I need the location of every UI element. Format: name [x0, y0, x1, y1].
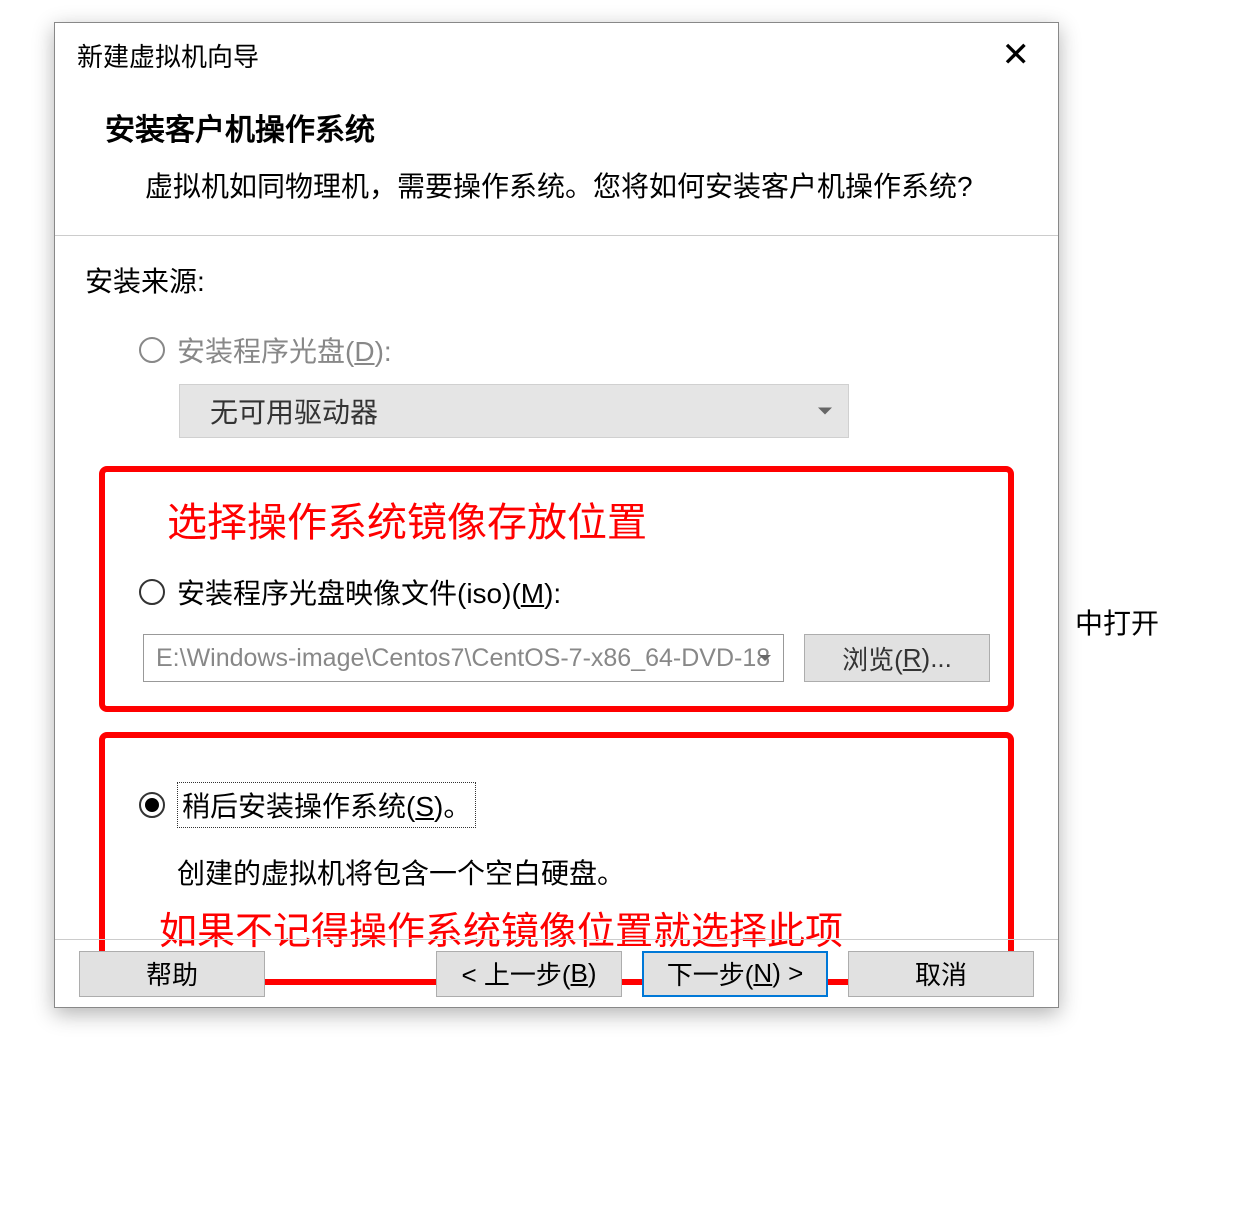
content-area: 安装来源: 安装程序光盘(D): 无可用驱动器 选择操作系统镜像存放位置 安装程… — [55, 236, 1058, 1007]
radio-later[interactable] — [139, 792, 165, 818]
header-desc: 虚拟机如同物理机，需要操作系统。您将如何安装客户机操作系统? — [105, 165, 1018, 205]
help-button[interactable]: 帮助 — [79, 951, 265, 997]
option-iso-row: 安装程序光盘映像文件(iso)(M): — [123, 572, 990, 612]
back-button[interactable]: < 上一步(B) — [436, 951, 622, 997]
option-later-label: 稍后安装操作系统(S)。 — [177, 782, 476, 828]
chevron-down-icon — [759, 655, 771, 661]
wizard-dialog: 新建虚拟机向导 ✕ 安装客户机操作系统 虚拟机如同物理机，需要操作系统。您将如何… — [54, 22, 1059, 1008]
cancel-button[interactable]: 取消 — [848, 951, 1034, 997]
browse-button[interactable]: 浏览(R)... — [804, 634, 990, 682]
option-iso-label: 安装程序光盘映像文件(iso)(M): — [177, 572, 561, 612]
radio-iso[interactable] — [139, 579, 165, 605]
radio-disc[interactable] — [139, 337, 165, 363]
chevron-down-icon — [818, 408, 832, 415]
disc-dropdown[interactable]: 无可用驱动器 — [179, 384, 849, 438]
option-disc-label: 安装程序光盘(D): — [177, 330, 392, 370]
source-label: 安装来源: — [85, 260, 1028, 300]
option-disc-row: 安装程序光盘(D): — [85, 330, 1028, 370]
close-button[interactable]: ✕ — [996, 38, 1037, 72]
button-bar: 帮助 < 上一步(B) 下一步(N) > 取消 — [55, 939, 1058, 1007]
option-later-row: 稍后安装操作系统(S)。 — [123, 782, 990, 828]
header-title: 安装客户机操作系统 — [105, 105, 1018, 149]
outside-text: 中打开 — [1075, 602, 1159, 642]
next-button[interactable]: 下一步(N) > — [642, 951, 828, 997]
header-section: 安装客户机操作系统 虚拟机如同物理机，需要操作系统。您将如何安装客户机操作系统? — [55, 83, 1058, 236]
iso-input-row: E:\Windows-image\Centos7\CentOS-7-x86_64… — [123, 634, 990, 682]
iso-path-dropdown[interactable]: E:\Windows-image\Centos7\CentOS-7-x86_64… — [143, 634, 784, 682]
annotation-text-1: 选择操作系统镜像存放位置 — [123, 490, 990, 548]
iso-path-text: E:\Windows-image\Centos7\CentOS-7-x86_64… — [156, 644, 770, 673]
titlebar: 新建虚拟机向导 ✕ — [55, 23, 1058, 83]
annotation-box-iso: 选择操作系统镜像存放位置 安装程序光盘映像文件(iso)(M): E:\Wind… — [99, 466, 1014, 712]
disc-dropdown-text: 无可用驱动器 — [210, 391, 378, 431]
option-later-desc: 创建的虚拟机将包含一个空白硬盘。 — [123, 852, 990, 892]
dialog-title: 新建虚拟机向导 — [77, 37, 259, 74]
